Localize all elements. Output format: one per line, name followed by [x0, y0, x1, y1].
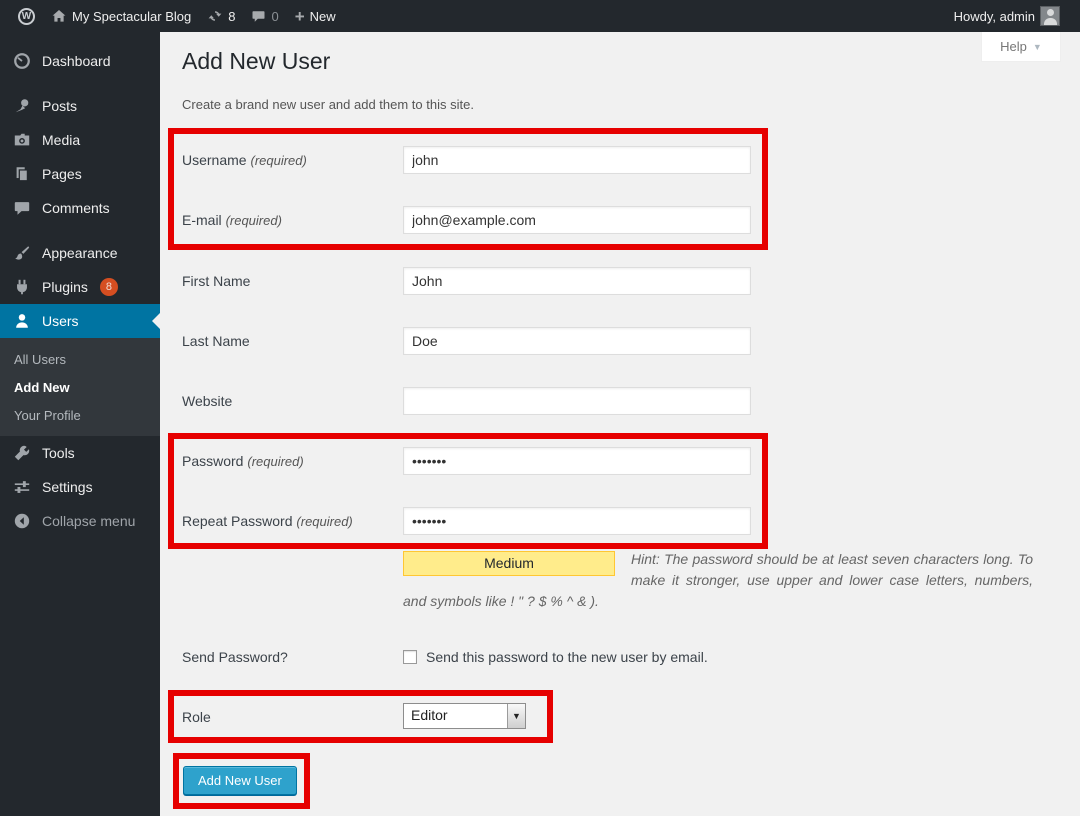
main-content: Add New User Create a brand new user and… — [160, 32, 1080, 816]
menu-separator — [0, 225, 160, 236]
required-note: (required) — [226, 213, 282, 228]
send-password-label: Send Password? — [182, 647, 288, 667]
username-label: Username (required) — [182, 150, 307, 171]
sliders-icon — [12, 478, 32, 496]
brush-icon — [12, 244, 32, 262]
sidebar-label: Dashboard — [42, 53, 111, 69]
sidebar-item-media[interactable]: Media — [0, 123, 160, 157]
first-name-input[interactable] — [403, 267, 751, 295]
submenu-label: Your Profile — [14, 408, 81, 423]
email-input[interactable] — [403, 206, 751, 234]
sidebar-label: Posts — [42, 98, 77, 114]
first-name-label: First Name — [182, 271, 250, 291]
role-label: Role — [182, 707, 211, 727]
media-camera-icon — [12, 131, 32, 149]
repeat-password-input[interactable] — [403, 507, 751, 535]
submenu-label: Add New — [14, 380, 70, 395]
send-password-checkbox[interactable] — [403, 650, 417, 664]
sidebar-item-settings[interactable]: Settings — [0, 470, 160, 504]
site-link[interactable]: My Spectacular Blog — [43, 0, 199, 32]
users-submenu: All Users Add New Your Profile — [0, 338, 160, 436]
pushpin-icon — [12, 97, 32, 115]
admin-bar: W My Spectacular Blog 8 0 + New Howdy, a… — [0, 0, 1080, 32]
sidebar-label: Plugins — [42, 279, 88, 295]
admin-sidebar: Dashboard Posts Media Pages Comments App… — [0, 32, 160, 816]
updates-menu[interactable]: 8 — [199, 0, 243, 32]
plug-icon — [12, 278, 32, 296]
password-label: Password (required) — [182, 451, 304, 472]
submenu-label: All Users — [14, 352, 66, 367]
sidebar-item-posts[interactable]: Posts — [0, 89, 160, 123]
dashboard-gauge-icon — [12, 52, 32, 70]
select-arrow-icon: ▼ — [507, 704, 525, 728]
password-hint-area: Medium Hint: The password should be at l… — [403, 549, 1033, 612]
home-icon — [51, 8, 67, 24]
website-label: Website — [182, 391, 232, 411]
help-button[interactable]: Help ▼ — [981, 32, 1061, 62]
comment-bubble-icon — [251, 9, 266, 24]
role-selected-value: Editor — [404, 704, 507, 728]
sidebar-label: Media — [42, 132, 80, 148]
sidebar-label: Tools — [42, 445, 75, 461]
menu-separator — [0, 78, 160, 89]
user-icon — [12, 312, 32, 330]
send-password-checkbox-label: Send this password to the new user by em… — [426, 647, 708, 667]
wrench-icon — [12, 444, 32, 462]
pages-icon — [12, 165, 32, 183]
help-label: Help — [1000, 39, 1027, 54]
password-input[interactable] — [403, 447, 751, 475]
last-name-label: Last Name — [182, 331, 250, 351]
new-label: New — [310, 9, 336, 24]
sidebar-item-tools[interactable]: Tools — [0, 436, 160, 470]
sidebar-label: Pages — [42, 166, 82, 182]
sidebar-label: Comments — [42, 200, 110, 216]
page-subtitle: Create a brand new user and add them to … — [182, 97, 474, 112]
username-input[interactable] — [403, 146, 751, 174]
email-label: E-mail (required) — [182, 210, 282, 231]
sidebar-label: Collapse menu — [42, 513, 135, 529]
howdy-text: Howdy, admin — [954, 9, 1035, 24]
sidebar-item-plugins[interactable]: Plugins 8 — [0, 270, 160, 304]
submenu-item-your-profile[interactable]: Your Profile — [0, 401, 160, 429]
sidebar-item-pages[interactable]: Pages — [0, 157, 160, 191]
my-account-menu[interactable]: Howdy, admin — [946, 0, 1068, 32]
sidebar-label: Users — [42, 313, 79, 329]
update-count: 8 — [228, 9, 235, 24]
required-note: (required) — [296, 514, 352, 529]
submenu-item-all-users[interactable]: All Users — [0, 345, 160, 373]
repeat-password-label: Repeat Password (required) — [182, 511, 353, 532]
sidebar-label: Settings — [42, 479, 93, 495]
comment-count: 0 — [271, 9, 278, 24]
avatar — [1040, 6, 1060, 26]
wordpress-logo-menu[interactable]: W — [10, 0, 43, 32]
sidebar-item-users[interactable]: Users — [0, 304, 160, 338]
add-new-user-button[interactable]: Add New User — [183, 766, 297, 795]
comments-menu[interactable]: 0 — [243, 0, 286, 32]
submenu-item-add-new[interactable]: Add New — [0, 373, 160, 401]
required-note: (required) — [250, 153, 306, 168]
required-note: (required) — [247, 454, 303, 469]
site-name: My Spectacular Blog — [72, 9, 191, 24]
role-select[interactable]: Editor ▼ — [403, 703, 526, 729]
last-name-input[interactable] — [403, 327, 751, 355]
plus-icon: + — [295, 8, 305, 25]
collapse-menu-button[interactable]: Collapse menu — [0, 504, 160, 538]
sidebar-item-dashboard[interactable]: Dashboard — [0, 44, 160, 78]
password-strength-meter: Medium — [403, 551, 615, 576]
plugins-update-badge: 8 — [100, 278, 118, 296]
wordpress-logo-icon: W — [18, 8, 35, 25]
update-icon — [207, 8, 223, 24]
new-menu[interactable]: + New — [287, 0, 344, 32]
chevron-down-icon: ▼ — [1033, 42, 1042, 52]
sidebar-label: Appearance — [42, 245, 118, 261]
sidebar-item-appearance[interactable]: Appearance — [0, 236, 160, 270]
collapse-arrow-icon — [12, 512, 32, 530]
page-title: Add New User — [182, 48, 330, 75]
comments-bubble-icon — [12, 199, 32, 217]
website-input[interactable] — [403, 387, 751, 415]
sidebar-item-comments[interactable]: Comments — [0, 191, 160, 225]
